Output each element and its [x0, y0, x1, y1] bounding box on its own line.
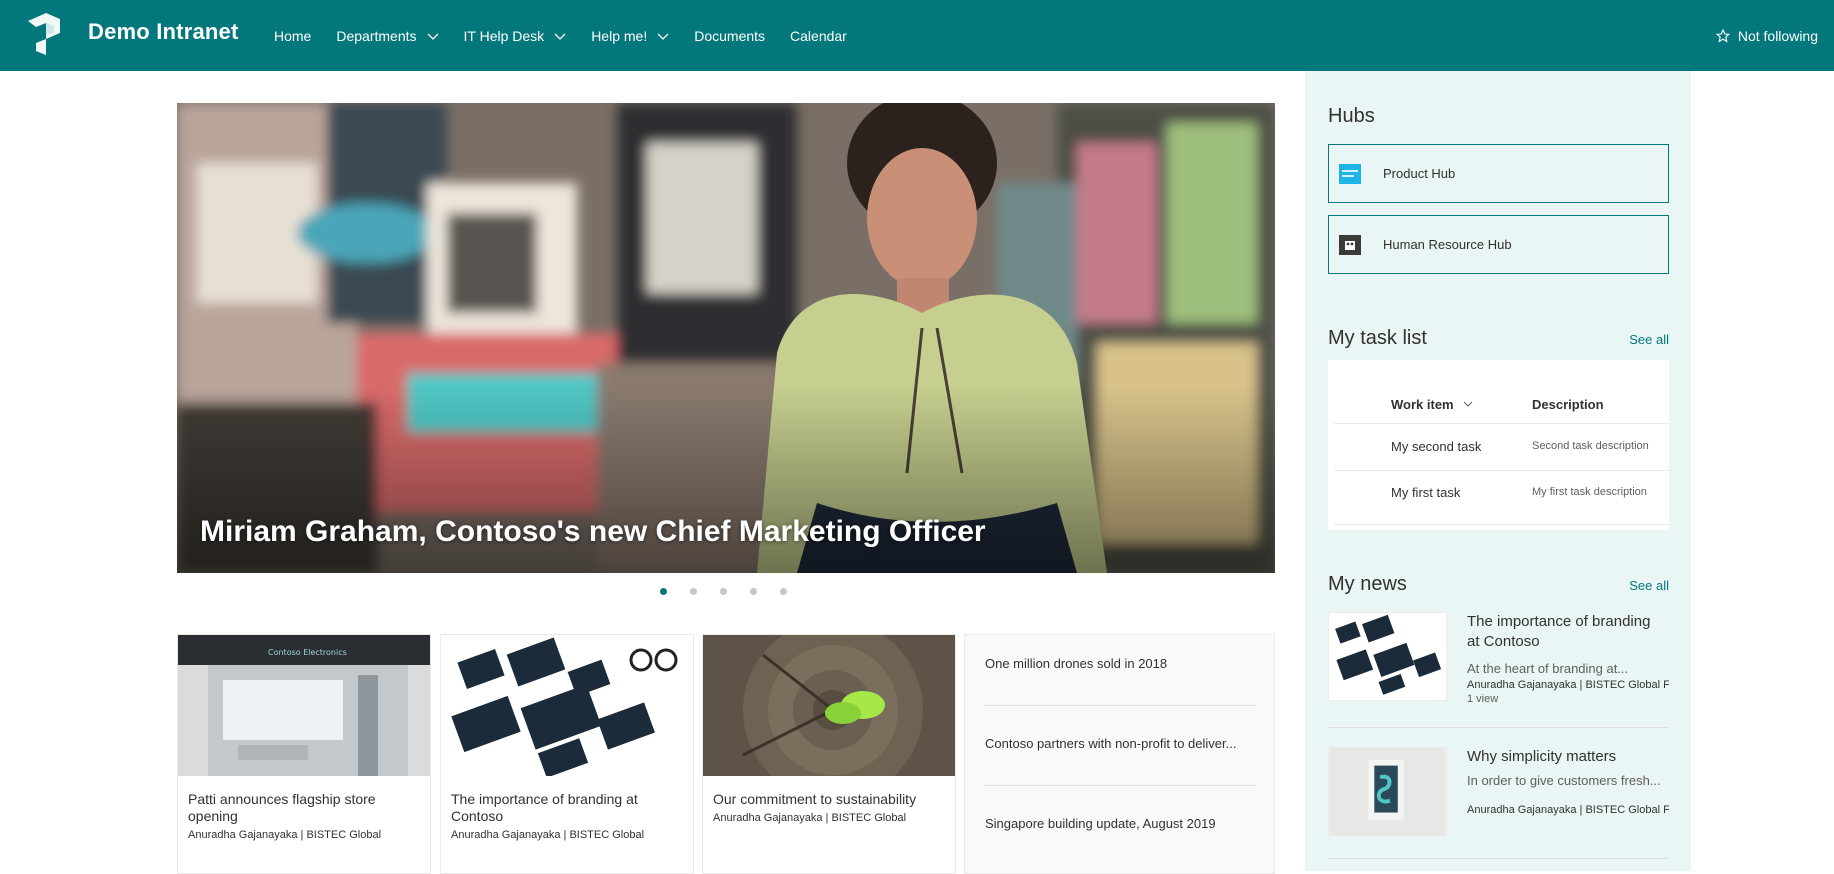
carousel-dot-5[interactable] [780, 588, 787, 595]
nav-help-me[interactable]: Help me! [591, 28, 669, 44]
site-logo-icon[interactable] [24, 11, 64, 57]
nav-documents-label: Documents [694, 27, 766, 44]
star-outline-icon [1715, 28, 1730, 43]
hubs-heading: Hubs [1328, 105, 1375, 127]
chevron-down-icon [554, 33, 566, 40]
nav-calendar-label: Calendar [790, 27, 847, 44]
news-link[interactable]: Contoso partners with non-profit to deli… [985, 736, 1236, 751]
my-news-views: 1 view [1467, 693, 1499, 705]
news-links-list: One million drones sold in 2018 Contoso … [964, 634, 1275, 874]
my-news-item[interactable]: The importance of branding at Contoso At… [1328, 612, 1669, 705]
task-list-heading: My task list [1328, 327, 1427, 349]
my-news-image [1328, 612, 1447, 701]
news-card[interactable]: Contoso Electronics Patti announces flag… [177, 634, 431, 874]
svg-text:Contoso Electronics: Contoso Electronics [268, 648, 347, 657]
news-card-image [441, 635, 693, 778]
table-divider [1334, 423, 1669, 424]
carousel-dot-1[interactable] [660, 588, 667, 595]
hero-image [177, 103, 1275, 573]
hub-product[interactable]: Product Hub [1328, 144, 1669, 203]
right-panel: Hubs Product Hub Human Resource Hub My t… [1305, 71, 1691, 871]
table-divider [1334, 524, 1669, 525]
column-header-work-item[interactable]: Work item [1391, 397, 1473, 412]
carousel-dot-3[interactable] [720, 588, 727, 595]
my-news-description: In order to give customers fresh... [1467, 773, 1661, 788]
my-news-title: The importance of branding at Contoso [1467, 613, 1651, 650]
my-news-heading: My news [1328, 573, 1407, 595]
task-description: My first task description [1532, 486, 1647, 498]
nav-it-help-desk-label: IT Help Desk [463, 27, 545, 44]
task-list-table: Work item Description My second task Sec… [1328, 360, 1669, 530]
news-divider [983, 705, 1257, 706]
my-news-description: At the heart of branding at... [1467, 661, 1629, 676]
hub-product-label: Product Hub [1383, 166, 1456, 181]
nav-home[interactable]: Home [274, 28, 311, 44]
nav-departments-label: Departments [336, 27, 417, 44]
follow-label: Not following [1737, 27, 1818, 44]
news-link[interactable]: Singapore building update, August 2019 [985, 816, 1216, 831]
top-navigation-bar: Demo Intranet Home Departments IT Help D… [0, 0, 1834, 71]
nav-help-me-label: Help me! [591, 27, 648, 44]
task-item[interactable]: My second task [1391, 439, 1481, 454]
table-divider [1334, 470, 1669, 471]
my-news-image [1328, 747, 1447, 836]
chevron-down-icon [1463, 401, 1473, 407]
column-header-description[interactable]: Description [1532, 397, 1604, 412]
news-card-image [703, 620, 955, 800]
my-news-author: Anuradha Gajanayaka | BISTEC Global F [1467, 804, 1669, 816]
news-card-author: Anuradha Gajanayaka | BISTEC Global [188, 829, 382, 841]
news-card[interactable]: Our commitment to sustainability Anuradh… [702, 620, 956, 874]
my-news-see-all-link[interactable]: See all [1629, 578, 1669, 593]
news-link[interactable]: One million drones sold in 2018 [985, 656, 1167, 671]
news-card-image: Contoso Electronics [178, 635, 430, 776]
hr-hub-icon [1339, 234, 1361, 255]
news-card-title: Our commitment to sustainability [713, 791, 917, 807]
news-divider [983, 785, 1257, 786]
nav-it-help-desk[interactable]: IT Help Desk [464, 28, 567, 44]
chevron-down-icon [427, 33, 438, 40]
carousel-dot-2[interactable] [690, 588, 697, 595]
nav-calendar[interactable]: Calendar [790, 28, 847, 44]
column-header-work-item-label: Work item [1391, 397, 1454, 412]
my-news-item[interactable]: Why simplicity matters In order to give … [1328, 747, 1669, 839]
news-card-title: Patti announces flagship store opening [188, 791, 376, 824]
news-card[interactable]: The importance of branding at Contoso An… [440, 634, 694, 874]
carousel-dot-4[interactable] [750, 588, 757, 595]
hero-carousel[interactable]: Miriam Graham, Contoso's new Chief Marke… [177, 103, 1275, 573]
product-hub-icon [1339, 163, 1361, 184]
chevron-down-icon [657, 33, 669, 40]
my-news-divider [1328, 858, 1669, 859]
my-news-divider [1328, 727, 1669, 728]
follow-button[interactable]: Not following [1715, 0, 1818, 71]
task-description: Second task description [1532, 440, 1649, 452]
news-card-author: Anuradha Gajanayaka | BISTEC Global [451, 829, 645, 841]
hub-human-resource[interactable]: Human Resource Hub [1328, 215, 1669, 274]
nav-departments[interactable]: Departments [336, 28, 438, 44]
nav-documents[interactable]: Documents [694, 28, 765, 44]
nav-home-label: Home [274, 27, 312, 44]
carousel-pager [660, 588, 810, 595]
news-card-title: The importance of branding at Contoso [451, 791, 638, 824]
my-news-title: Why simplicity matters [1467, 748, 1617, 765]
task-list-see-all-link[interactable]: See all [1629, 332, 1669, 347]
news-card-author: Anuradha Gajanayaka | BISTEC Global [713, 812, 907, 824]
hero-title[interactable]: Miriam Graham, Contoso's new Chief Marke… [200, 515, 986, 549]
task-item[interactable]: My first task [1391, 485, 1460, 500]
site-title[interactable]: Demo Intranet [88, 19, 239, 45]
my-news-author: Anuradha Gajanayaka | BISTEC Global F [1467, 679, 1669, 691]
main-nav: Home Departments IT Help Desk Help me! D… [274, 0, 872, 71]
hub-human-resource-label: Human Resource Hub [1383, 237, 1512, 252]
